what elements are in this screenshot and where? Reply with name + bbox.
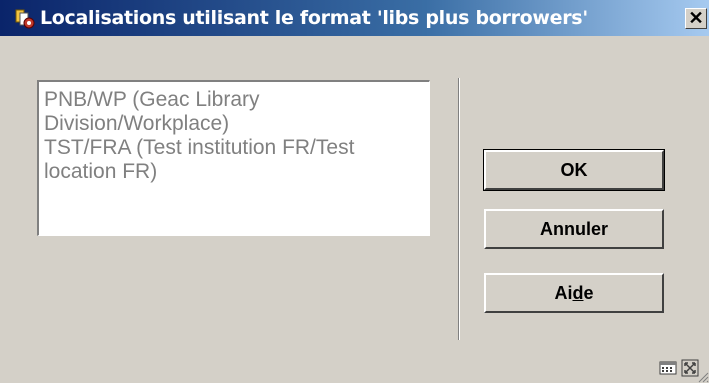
help-label-prefix: Ai [554, 283, 573, 303]
help-label-suffix: e [583, 283, 594, 303]
resize-grip-icon[interactable] [697, 371, 709, 383]
status-bar-icons [659, 357, 699, 379]
dialog-window: Localisations utilisant le format 'libs … [0, 0, 709, 383]
calculator-icon[interactable] [659, 359, 677, 377]
list-item[interactable]: TST/FRA (Test institution FR/Test locati… [44, 136, 425, 184]
list-item[interactable]: PNB/WP (Geac Library Division/Workplace) [44, 88, 425, 136]
locations-listbox[interactable]: PNB/WP (Geac Library Division/Workplace)… [37, 80, 430, 236]
title-bar[interactable]: Localisations utilisant le format 'libs … [0, 0, 709, 36]
vertical-divider [458, 78, 460, 340]
help-button[interactable]: Aide [484, 273, 664, 313]
window-title: Localisations utilisant le format 'libs … [40, 7, 588, 29]
close-button[interactable]: ✕ [685, 8, 707, 29]
help-label-mnemonic: d [572, 283, 584, 303]
app-icon [15, 9, 35, 29]
cancel-button[interactable]: Annuler [484, 209, 664, 249]
ok-button[interactable]: OK [483, 149, 665, 191]
close-icon: ✕ [688, 8, 704, 28]
